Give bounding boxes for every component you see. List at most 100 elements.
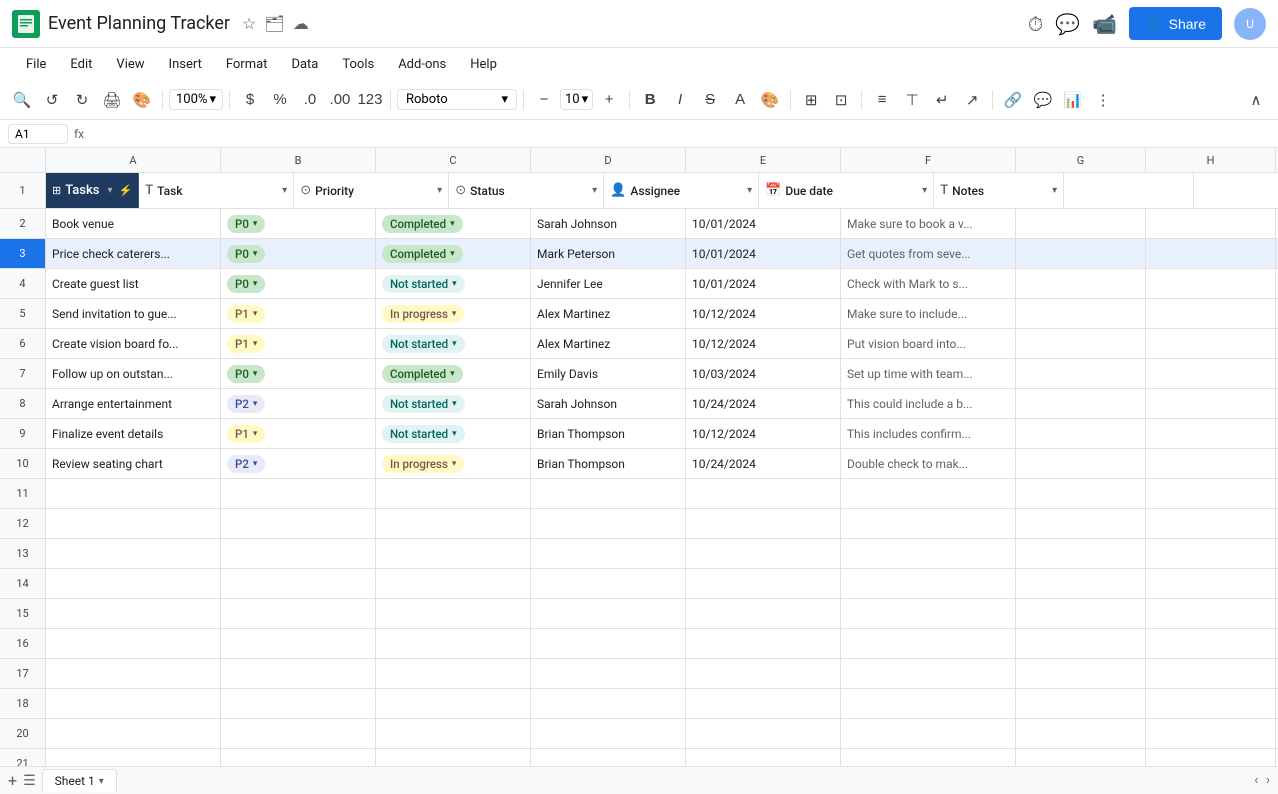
empty-cell-d-16[interactable]: [531, 629, 686, 658]
cell-status-8[interactable]: Not started ▾: [376, 389, 531, 418]
avatar[interactable]: U: [1234, 8, 1266, 40]
decrease-font-button[interactable]: −: [530, 86, 558, 114]
cell-task-10[interactable]: Review seating chart: [46, 449, 221, 478]
cell-task-8[interactable]: Arrange entertainment: [46, 389, 221, 418]
paint-format-button[interactable]: 🎨: [128, 86, 156, 114]
empty-cell-f-12[interactable]: [841, 509, 1016, 538]
insert-comment-button[interactable]: 💬: [1029, 86, 1057, 114]
col-header-f[interactable]: F: [841, 148, 1016, 172]
empty-cell-d-14[interactable]: [531, 569, 686, 598]
empty-cell-b-21[interactable]: [221, 749, 376, 766]
text-color-button[interactable]: A: [726, 86, 754, 114]
cell-assignee-7[interactable]: Emily Davis: [531, 359, 686, 388]
empty-cell-d-11[interactable]: [531, 479, 686, 508]
cell-assignee-5[interactable]: Alex Martinez: [531, 299, 686, 328]
empty-cell-g-15[interactable]: [1016, 599, 1146, 628]
menu-addons[interactable]: Add-ons: [388, 53, 456, 76]
empty-cell-h-17[interactable]: [1146, 659, 1276, 688]
font-size-box[interactable]: 10 ▾: [560, 89, 593, 110]
empty-cell-f-17[interactable]: [841, 659, 1016, 688]
cell-notes-7[interactable]: Set up time with team...: [841, 359, 1016, 388]
empty-cell-d-17[interactable]: [531, 659, 686, 688]
table-row[interactable]: 5 Send invitation to gue... P1 ▾ In prog…: [0, 299, 1278, 329]
empty-cell-a-16[interactable]: [46, 629, 221, 658]
empty-cell-e-20[interactable]: [686, 719, 841, 748]
menu-edit[interactable]: Edit: [60, 53, 102, 76]
undo-button[interactable]: ↺: [38, 86, 66, 114]
empty-cell-b-18[interactable]: [221, 689, 376, 718]
empty-cell-c-17[interactable]: [376, 659, 531, 688]
empty-cell-e-17[interactable]: [686, 659, 841, 688]
search-button[interactable]: 🔍: [8, 86, 36, 114]
table-row[interactable]: 2 Book venue P0 ▾ Completed ▾ Sarah John…: [0, 209, 1278, 239]
print-button[interactable]: 🖨: [98, 86, 126, 114]
empty-cell-g-13[interactable]: [1016, 539, 1146, 568]
cell-task-3[interactable]: Price check caterers...: [46, 239, 221, 268]
notes-col-arrow[interactable]: ▾: [1052, 185, 1057, 196]
increase-decimal-button[interactable]: .00: [326, 86, 354, 114]
cell-due-date-4[interactable]: 10/01/2024: [686, 269, 841, 298]
cloud-icon[interactable]: ☁: [293, 14, 309, 33]
strikethrough-button[interactable]: S: [696, 86, 724, 114]
empty-cell-h-12[interactable]: [1146, 509, 1276, 538]
empty-cell-e-13[interactable]: [686, 539, 841, 568]
insert-chart-button[interactable]: 📊: [1059, 86, 1087, 114]
cell-due-date-10[interactable]: 10/24/2024: [686, 449, 841, 478]
assignee-col-arrow[interactable]: ▾: [747, 185, 752, 196]
col-header-c[interactable]: C: [376, 148, 531, 172]
cell-due-date-7[interactable]: 10/03/2024: [686, 359, 841, 388]
empty-cell-e-11[interactable]: [686, 479, 841, 508]
empty-cell-f-16[interactable]: [841, 629, 1016, 658]
share-button[interactable]: 👤 Share: [1129, 7, 1222, 40]
cell-status-3[interactable]: Completed ▾: [376, 239, 531, 268]
empty-cell-a-13[interactable]: [46, 539, 221, 568]
cell-due-date-5[interactable]: 10/12/2024: [686, 299, 841, 328]
collapse-toolbar-button[interactable]: ∧: [1242, 86, 1270, 114]
cell-notes-5[interactable]: Make sure to include...: [841, 299, 1016, 328]
cell-due-date-2[interactable]: 10/01/2024: [686, 209, 841, 238]
empty-cell-f-21[interactable]: [841, 749, 1016, 766]
due-date-col-arrow[interactable]: ▾: [922, 185, 927, 196]
empty-cell-f-18[interactable]: [841, 689, 1016, 718]
merge-button[interactable]: ⊡: [827, 86, 855, 114]
menu-file[interactable]: File: [16, 53, 56, 76]
header-task[interactable]: T Task ▾: [139, 173, 294, 208]
italic-button[interactable]: I: [666, 86, 694, 114]
video-icon[interactable]: 📹: [1092, 12, 1117, 36]
insert-link-button[interactable]: 🔗: [999, 86, 1027, 114]
header-priority[interactable]: ⊙ Priority ▾: [294, 173, 449, 208]
text-wrap-button[interactable]: ↵: [928, 86, 956, 114]
empty-cell-b-16[interactable]: [221, 629, 376, 658]
cell-due-date-6[interactable]: 10/12/2024: [686, 329, 841, 358]
empty-cell-g-20[interactable]: [1016, 719, 1146, 748]
table-row[interactable]: 9 Finalize event details P1 ▾ Not starte…: [0, 419, 1278, 449]
empty-cell-d-18[interactable]: [531, 689, 686, 718]
table-row[interactable]: 3 Price check caterers... P0 ▾ Completed…: [0, 239, 1278, 269]
cell-task-6[interactable]: Create vision board fo...: [46, 329, 221, 358]
empty-cell-d-13[interactable]: [531, 539, 686, 568]
tasks-header-cell-a[interactable]: ⊞ Tasks ▾ ⚡: [46, 173, 139, 208]
status-col-arrow[interactable]: ▾: [592, 185, 597, 196]
empty-cell-c-18[interactable]: [376, 689, 531, 718]
empty-cell-c-16[interactable]: [376, 629, 531, 658]
tasks-action-icon[interactable]: ⚡: [119, 184, 133, 197]
table-row[interactable]: 10 Review seating chart P2 ▾ In progress…: [0, 449, 1278, 479]
cell-priority-6[interactable]: P1 ▾: [221, 329, 376, 358]
table-row[interactable]: 8 Arrange entertainment P2 ▾ Not started…: [0, 389, 1278, 419]
cell-status-6[interactable]: Not started ▾: [376, 329, 531, 358]
cell-due-date-3[interactable]: 10/01/2024: [686, 239, 841, 268]
empty-cell-b-20[interactable]: [221, 719, 376, 748]
empty-cell-c-15[interactable]: [376, 599, 531, 628]
header-assignee[interactable]: 👤 Assignee ▾: [604, 173, 759, 208]
empty-cell-c-14[interactable]: [376, 569, 531, 598]
empty-cell-e-16[interactable]: [686, 629, 841, 658]
empty-cell-c-13[interactable]: [376, 539, 531, 568]
cell-due-date-9[interactable]: 10/12/2024: [686, 419, 841, 448]
empty-cell-b-12[interactable]: [221, 509, 376, 538]
empty-cell-f-20[interactable]: [841, 719, 1016, 748]
empty-cell-e-18[interactable]: [686, 689, 841, 718]
currency-button[interactable]: $: [236, 86, 264, 114]
scroll-right-button[interactable]: ›: [1266, 773, 1270, 788]
cell-notes-10[interactable]: Double check to mak...: [841, 449, 1016, 478]
empty-cell-d-21[interactable]: [531, 749, 686, 766]
